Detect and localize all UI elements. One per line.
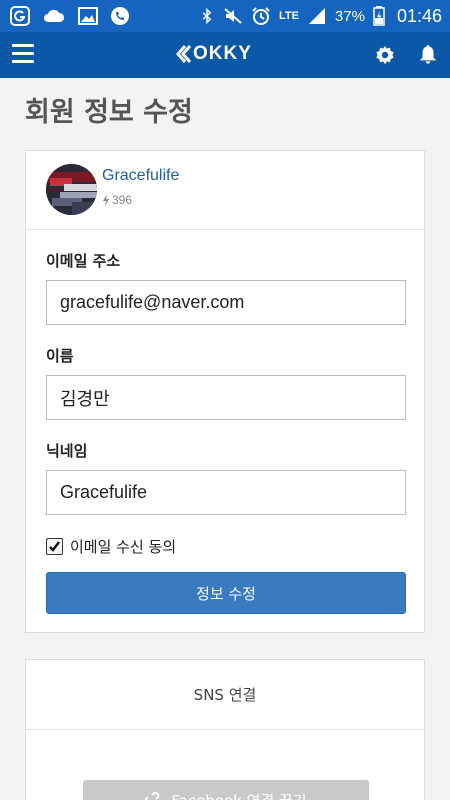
avatar-image: [46, 164, 97, 215]
email-label: 이메일 주소: [46, 252, 121, 270]
email-field[interactable]: [46, 280, 406, 325]
battery-icon: [373, 6, 385, 26]
email-consent-checkbox[interactable]: [46, 538, 63, 555]
notification-icons: [10, 4, 130, 28]
profile-username[interactable]: Gracefulife: [102, 167, 179, 185]
hamburger-menu-icon[interactable]: [12, 44, 34, 64]
email-consent[interactable]: 이메일 수신 동의: [46, 536, 176, 557]
g-app-icon: [10, 6, 30, 26]
alarm-icon: [252, 7, 270, 25]
battery-percent: 37%: [334, 7, 365, 25]
gear-icon[interactable]: [374, 44, 396, 66]
network-type: LTE: [278, 10, 299, 22]
nickname-label: 닉네임: [46, 442, 88, 460]
facebook-disconnect-label: Facebook 연결 끊기: [171, 790, 306, 800]
sns-card: SNS 연결 Facebook 연결 끊기: [25, 659, 425, 800]
signal-icon: [308, 8, 325, 24]
name-field[interactable]: [46, 375, 406, 420]
okky-logo[interactable]: OKKY: [175, 42, 252, 66]
facebook-disconnect-button[interactable]: Facebook 연결 끊기: [83, 780, 369, 800]
image-icon: [78, 7, 98, 25]
score-value: 396: [112, 193, 133, 207]
brand-name: OKKY: [193, 43, 252, 64]
phone-icon: [111, 7, 129, 25]
profile-score: 396: [102, 193, 132, 207]
unlink-icon: [145, 791, 160, 800]
nickname-field[interactable]: [46, 470, 406, 515]
status-bar: LTE 37% 01:46: [0, 0, 450, 32]
sns-title: SNS 연결: [26, 660, 424, 730]
name-label: 이름: [46, 347, 74, 365]
bell-icon[interactable]: [417, 43, 439, 65]
bluetooth-icon: [202, 7, 212, 25]
checkmark-icon: [49, 541, 60, 552]
mute-icon: [224, 8, 242, 24]
app-bar: OKKY: [0, 32, 450, 78]
email-consent-label: 이메일 수신 동의: [70, 538, 177, 556]
profile-edit-card: Gracefulife 396 이메일 주소 이름 닉네임 이메일 수신 동의 …: [25, 150, 425, 633]
lightning-icon: [103, 194, 109, 206]
clock: 01:46: [396, 5, 442, 26]
avatar[interactable]: [46, 164, 97, 215]
okky-logo-mark-icon: [176, 45, 192, 63]
page-title: 회원 정보 수정: [25, 97, 193, 128]
profile-header: Gracefulife 396: [26, 151, 424, 230]
system-icons: LTE 37% 01:46: [199, 4, 442, 28]
cloud-icon: [44, 9, 65, 22]
update-info-button[interactable]: 정보 수정: [46, 572, 406, 614]
